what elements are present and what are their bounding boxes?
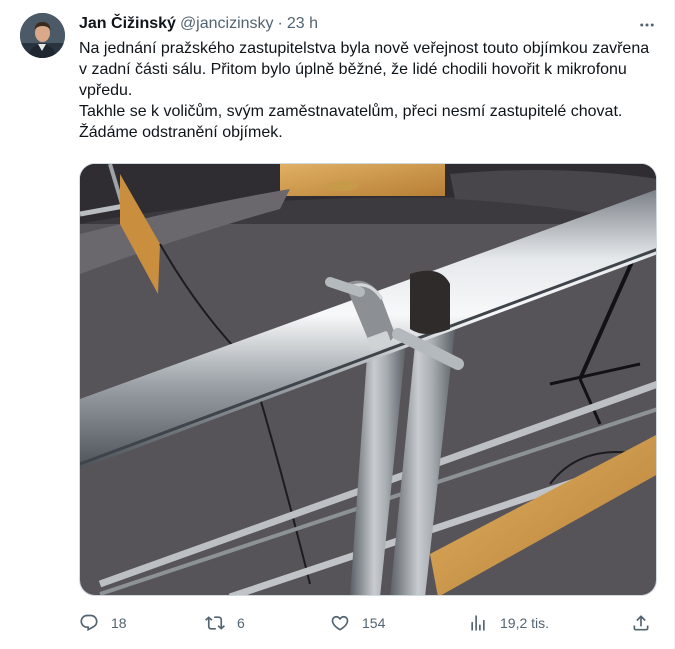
author-handle[interactable]: @jancizinsky bbox=[180, 15, 274, 33]
post-time[interactable]: 23 h bbox=[287, 15, 318, 33]
repost-icon bbox=[205, 616, 225, 630]
views-icon bbox=[471, 615, 485, 631]
tweet-paragraph: Na jednání pražského zastupitelstva byla… bbox=[79, 40, 650, 99]
views-button[interactable]: 19,2 tis. bbox=[468, 609, 549, 637]
header-separator: · bbox=[277, 15, 283, 32]
avatar-photo bbox=[20, 13, 65, 58]
tweet-header: Jan Čižinský @jancizinsky · 23 h bbox=[79, 13, 658, 35]
like-count: 154 bbox=[362, 615, 386, 631]
tweet-paragraph: Takhle se k voličům, svým zaměstnavatelů… bbox=[79, 103, 623, 141]
tweet-actions: 18 6 154 19,2 tis. bbox=[79, 609, 657, 637]
like-button[interactable]: 154 bbox=[330, 609, 385, 637]
reply-button[interactable]: 18 bbox=[79, 609, 127, 637]
tweet-text: Na jednání pražského zastupitelstva byla… bbox=[79, 38, 659, 143]
avatar[interactable] bbox=[20, 13, 65, 58]
railing-clamp-photo bbox=[80, 164, 656, 595]
tweet[interactable]: Jan Čižinský @jancizinsky · 23 h Na jedn… bbox=[0, 0, 675, 649]
tweet-image[interactable] bbox=[79, 163, 657, 596]
more-dots-icon[interactable] bbox=[636, 14, 658, 36]
repost-button[interactable]: 6 bbox=[205, 609, 245, 637]
views-count: 19,2 tis. bbox=[500, 615, 550, 631]
share-button[interactable] bbox=[631, 609, 651, 637]
share-icon bbox=[633, 615, 649, 631]
heart-icon bbox=[331, 615, 349, 631]
repost-count: 6 bbox=[237, 615, 245, 631]
author-name[interactable]: Jan Čižinský bbox=[79, 15, 176, 33]
reply-icon bbox=[80, 614, 98, 632]
reply-count: 18 bbox=[111, 615, 127, 631]
